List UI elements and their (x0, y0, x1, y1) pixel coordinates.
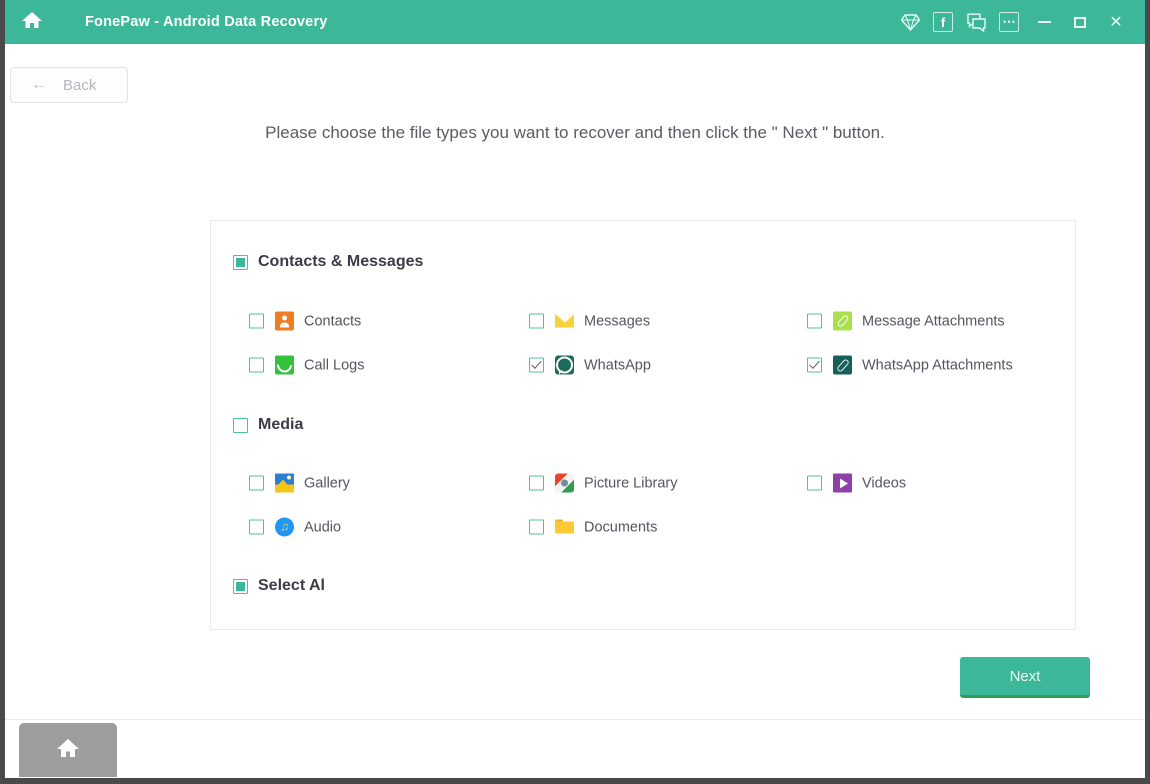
contacts-checkbox[interactable] (249, 313, 264, 329)
call-logs-checkbox[interactable] (249, 357, 264, 373)
select-all-label: Select Al (258, 577, 325, 594)
group-contacts-messages-checkbox[interactable]: Contacts & Messages (233, 253, 423, 271)
application-window: FonePaw - Android Data Recovery f ⋯ ✕ ← … (0, 0, 1150, 784)
file-type-picture-library[interactable]: Picture Library (529, 473, 678, 493)
taskbar (5, 719, 1145, 778)
contacts-icon (275, 311, 294, 331)
videos-checkbox[interactable] (807, 475, 822, 491)
close-button[interactable]: ✕ (1101, 7, 1131, 37)
instruction-text: Please choose the file types you want to… (265, 123, 885, 142)
group-contacts-messages-label: Contacts & Messages (258, 253, 424, 270)
videos-icon (833, 473, 852, 493)
file-type-gallery[interactable]: Gallery (249, 473, 350, 493)
facebook-button[interactable]: f (929, 9, 957, 35)
messages-checkbox[interactable] (529, 313, 544, 329)
arrow-left-icon: ← (31, 76, 47, 93)
titlebar-home-button[interactable] (5, 0, 59, 44)
file-type-whatsapp-attachments[interactable]: WhatsApp Attachments (807, 355, 1013, 375)
file-type-videos[interactable]: Videos (807, 473, 907, 493)
file-type-contacts[interactable]: Contacts (249, 311, 362, 331)
nav-bar: ← Back (5, 44, 1145, 103)
facebook-icon: f (933, 12, 953, 32)
gallery-checkbox[interactable] (249, 475, 264, 491)
home-icon (21, 10, 43, 35)
picture-library-icon (555, 473, 574, 493)
back-button-label: Back (63, 76, 97, 94)
file-type-row: Contacts Messages Message Attachments (211, 299, 1075, 343)
call-logs-icon (275, 355, 294, 375)
documents-icon (555, 518, 574, 537)
file-type-documents[interactable]: Documents (529, 518, 657, 537)
maximize-button[interactable] (1065, 7, 1095, 37)
message-attachments-checkbox[interactable] (807, 313, 822, 329)
whatsapp-label: WhatsApp (584, 357, 651, 373)
audio-icon: ♫ (275, 517, 294, 537)
picture-library-checkbox[interactable] (529, 475, 544, 491)
minimize-button[interactable] (1029, 7, 1059, 37)
message-attachments-icon (833, 311, 852, 331)
taskbar-home-tab[interactable] (19, 723, 117, 777)
group-media-checkbox[interactable]: Media (233, 416, 303, 434)
whatsapp-attachments-label: WhatsApp Attachments (862, 357, 1013, 373)
feedback-icon (966, 13, 986, 32)
message-attachments-label: Message Attachments (862, 313, 1005, 329)
gallery-label: Gallery (304, 475, 350, 491)
media-items: Gallery Picture Library Videos ♫ Audio D… (211, 461, 1075, 549)
file-type-row: Gallery Picture Library Videos (211, 461, 1075, 505)
whatsapp-checkbox[interactable] (529, 357, 544, 373)
file-type-call-logs[interactable]: Call Logs (249, 355, 365, 375)
group-checkbox-indicator (233, 254, 248, 270)
whatsapp-attachments-checkbox[interactable] (807, 357, 822, 373)
documents-label: Documents (584, 519, 658, 535)
more-options-button[interactable]: ⋯ (995, 9, 1023, 35)
documents-checkbox[interactable] (529, 519, 544, 535)
window-title: FonePaw - Android Data Recovery (85, 14, 328, 30)
file-type-audio[interactable]: ♫ Audio (249, 517, 342, 537)
audio-label: Audio (304, 519, 342, 535)
back-button[interactable]: ← Back (10, 67, 128, 103)
diamond-icon[interactable] (896, 9, 924, 35)
file-type-messages[interactable]: Messages (529, 311, 651, 331)
messages-icon (555, 311, 574, 331)
gallery-icon (275, 473, 294, 493)
group-checkbox-indicator (233, 417, 248, 433)
contacts-messages-items: Contacts Messages Message Attachments Ca… (211, 299, 1075, 387)
feedback-button[interactable] (962, 9, 990, 35)
call-logs-label: Call Logs (304, 357, 365, 373)
picture-library-label: Picture Library (584, 475, 678, 491)
whatsapp-attachments-icon (833, 355, 852, 375)
whatsapp-icon (555, 355, 574, 375)
more-options-icon: ⋯ (999, 12, 1019, 32)
next-button[interactable]: Next (960, 657, 1090, 698)
titlebar-right-controls: f ⋯ ✕ (891, 7, 1145, 37)
file-type-row: ♫ Audio Documents (211, 505, 1075, 549)
file-type-message-attachments[interactable]: Message Attachments (807, 311, 1005, 331)
videos-label: Videos (862, 475, 907, 491)
next-button-label: Next (1009, 667, 1041, 685)
select-all-checkbox[interactable]: Select Al (233, 577, 325, 595)
select-all-indicator (233, 578, 248, 594)
home-icon (55, 736, 81, 765)
file-type-row: Call Logs WhatsApp WhatsApp Attachments (211, 343, 1075, 387)
contacts-label: Contacts (304, 313, 362, 329)
audio-checkbox[interactable] (249, 519, 264, 535)
file-types-panel: Contacts & Messages Contacts Messages Me… (210, 220, 1076, 630)
file-type-whatsapp[interactable]: WhatsApp (529, 355, 651, 375)
title-bar: FonePaw - Android Data Recovery f ⋯ ✕ (5, 0, 1145, 44)
messages-label: Messages (584, 313, 651, 329)
group-media-label: Media (258, 416, 304, 433)
